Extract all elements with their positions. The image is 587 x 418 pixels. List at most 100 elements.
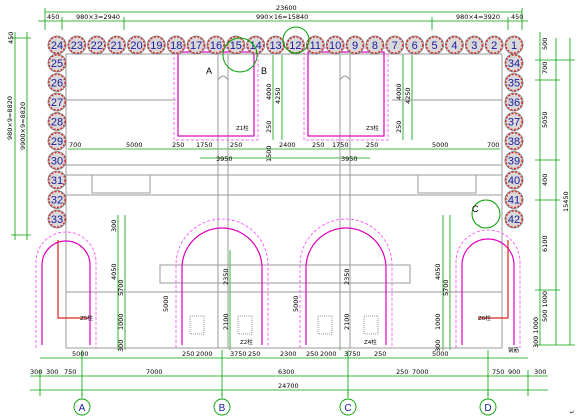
- dim-v4050: 4050: [110, 263, 118, 280]
- dim-left-w: 700: [69, 141, 81, 149]
- dim-pit-250a: 250: [265, 121, 273, 133]
- pile-top-23: 23: [67, 35, 87, 55]
- pile-top-23-label: 23: [71, 40, 83, 52]
- pit-structure: [65, 53, 503, 349]
- pit-dimension-text: 700 5000 250 1750 250 2400 250 1750 250 …: [69, 83, 499, 163]
- pile-top-18-label: 18: [170, 40, 182, 52]
- pile-top-17-label: 17: [190, 40, 202, 52]
- axis-bubble-b: B: [213, 392, 231, 416]
- pile-top-19-label: 19: [150, 40, 162, 52]
- pile-left-30-label: 30: [51, 156, 63, 168]
- dim-right-7: 300 1000: [532, 317, 540, 348]
- dim-right-5: 6100: [541, 235, 549, 252]
- pile-left-32: 32: [47, 190, 67, 209]
- dim-v2100-b: 2100: [343, 313, 351, 330]
- dim-c10: 250: [396, 368, 408, 376]
- pile-top-8: 8: [365, 35, 385, 55]
- pile-right-37: 37: [504, 112, 524, 131]
- pile-top-1: 1: [504, 35, 524, 55]
- dim-c3: 750: [64, 368, 76, 376]
- pile-top-19: 19: [146, 35, 166, 55]
- pile-left-28-label: 28: [51, 117, 63, 129]
- pile-top-17: 17: [186, 35, 206, 55]
- dim-overall-bottom: 24700: [278, 382, 299, 390]
- dim-v1000b: 1000: [434, 313, 442, 330]
- pile-top-16-label: 16: [210, 40, 222, 52]
- dim-250a: 250: [172, 141, 184, 149]
- pile-left-28: 28: [47, 112, 67, 131]
- dim-right-edge: 450: [511, 13, 523, 21]
- dim-v300b: 300: [117, 340, 125, 352]
- dim-v300: 300: [110, 220, 118, 232]
- dim-c9: 300: [534, 368, 546, 376]
- dim-b1: 5000: [72, 350, 89, 358]
- dim-left-span-b: 9900×9=8820: [19, 102, 27, 150]
- dim-mid1: 5000: [126, 141, 143, 149]
- pile-left-25-label: 25: [51, 58, 63, 70]
- dim-b5: 250: [248, 350, 260, 358]
- dim-v5000a: 5000: [162, 295, 170, 312]
- axis-bubble-c: C: [339, 392, 357, 416]
- pile-top-7-label: 7: [392, 40, 398, 52]
- pile-top-21: 21: [107, 35, 127, 55]
- dim-left-span: 980×3=2940: [76, 13, 120, 21]
- dim-right-4: 400: [541, 174, 549, 186]
- top-dimension-text: 23600 450 980×3=2940 990×16=15840 980×4=…: [47, 4, 523, 21]
- axis-label-b: B: [219, 403, 226, 414]
- pile-top-13-label: 13: [269, 40, 281, 52]
- dim-250d: 250: [366, 141, 378, 149]
- dim-b2: 250: [182, 350, 194, 358]
- axis-bubble-a: A: [73, 392, 91, 416]
- pile-top-11-label: 11: [310, 40, 321, 52]
- pile-top-2: 2: [484, 35, 504, 55]
- dim-v2100: 2100: [222, 313, 230, 330]
- pile-left-33: 33: [47, 209, 67, 229]
- pile-top-3: 3: [464, 35, 484, 55]
- axis-bubble-d: D: [479, 392, 497, 416]
- dim-b8: 2000: [320, 350, 337, 358]
- pile-right-34: 34: [504, 53, 524, 73]
- tag-z4: Z4柱: [364, 338, 377, 346]
- axis-label-d: D: [484, 403, 491, 414]
- dim-pit-250b: 250: [395, 121, 403, 133]
- dim-b3: 2000: [196, 350, 213, 358]
- pile-top-20: 20: [127, 35, 146, 55]
- dim-v5700b: 5700: [442, 279, 450, 296]
- pile-left-25: 25: [47, 53, 67, 73]
- pile-top-20-label: 20: [130, 40, 142, 52]
- pile-left-33-label: 33: [51, 214, 63, 226]
- pile-top-3-label: 3: [471, 40, 477, 52]
- return-mark: ↵: [570, 410, 575, 416]
- dim-c2: 300: [46, 368, 58, 376]
- tag-z2: Z2柱: [240, 338, 253, 346]
- pile-top-4-label: 4: [451, 40, 457, 52]
- tag-bar: 钢筋: [508, 346, 520, 354]
- pile-top-2-label: 2: [491, 40, 497, 52]
- pile-top-15-label: 15: [230, 40, 242, 52]
- dim-v1000: 1000: [117, 313, 125, 330]
- dim-mid-span: 990×16=15840: [256, 13, 308, 21]
- pile-top-6: 6: [405, 35, 425, 55]
- pile-top-8-label: 8: [372, 40, 378, 52]
- pile-right-34-label: 34: [508, 58, 520, 70]
- dim-pit-4250b: 4250: [404, 87, 412, 104]
- pile-top-13: 13: [266, 35, 285, 55]
- drawing-canvas: 24 23 22 21 20 19 18 17 16 15 14 13 12 11 10 9 8 7 6 5 4 3 2 1 2…: [0, 0, 587, 418]
- pile-top-1-label: 1: [511, 40, 517, 52]
- tag-z5: Z5柱: [80, 314, 93, 322]
- pile-top-5: 5: [425, 35, 444, 55]
- pile-left-26-label: 26: [51, 78, 63, 90]
- dim-c1: 300: [30, 368, 42, 376]
- dim-3950b: 3950: [341, 155, 358, 163]
- dim-v2350-b: 2350: [343, 268, 351, 285]
- dim-1750b: 1750: [332, 141, 349, 149]
- pile-left-29-label: 29: [51, 136, 63, 148]
- pile-left-31: 31: [47, 170, 67, 190]
- pile-left-31-label: 31: [51, 175, 63, 187]
- pile-left-32-label: 32: [51, 195, 63, 207]
- dim-v2350: 2350: [222, 268, 230, 285]
- pile-top-7: 7: [385, 35, 405, 55]
- pile-top-24-label: 24: [51, 40, 63, 52]
- left-dimension-text: 450 980×9=8820 9900×9=8820: [6, 32, 27, 150]
- dim-v5700: 5700: [117, 279, 125, 296]
